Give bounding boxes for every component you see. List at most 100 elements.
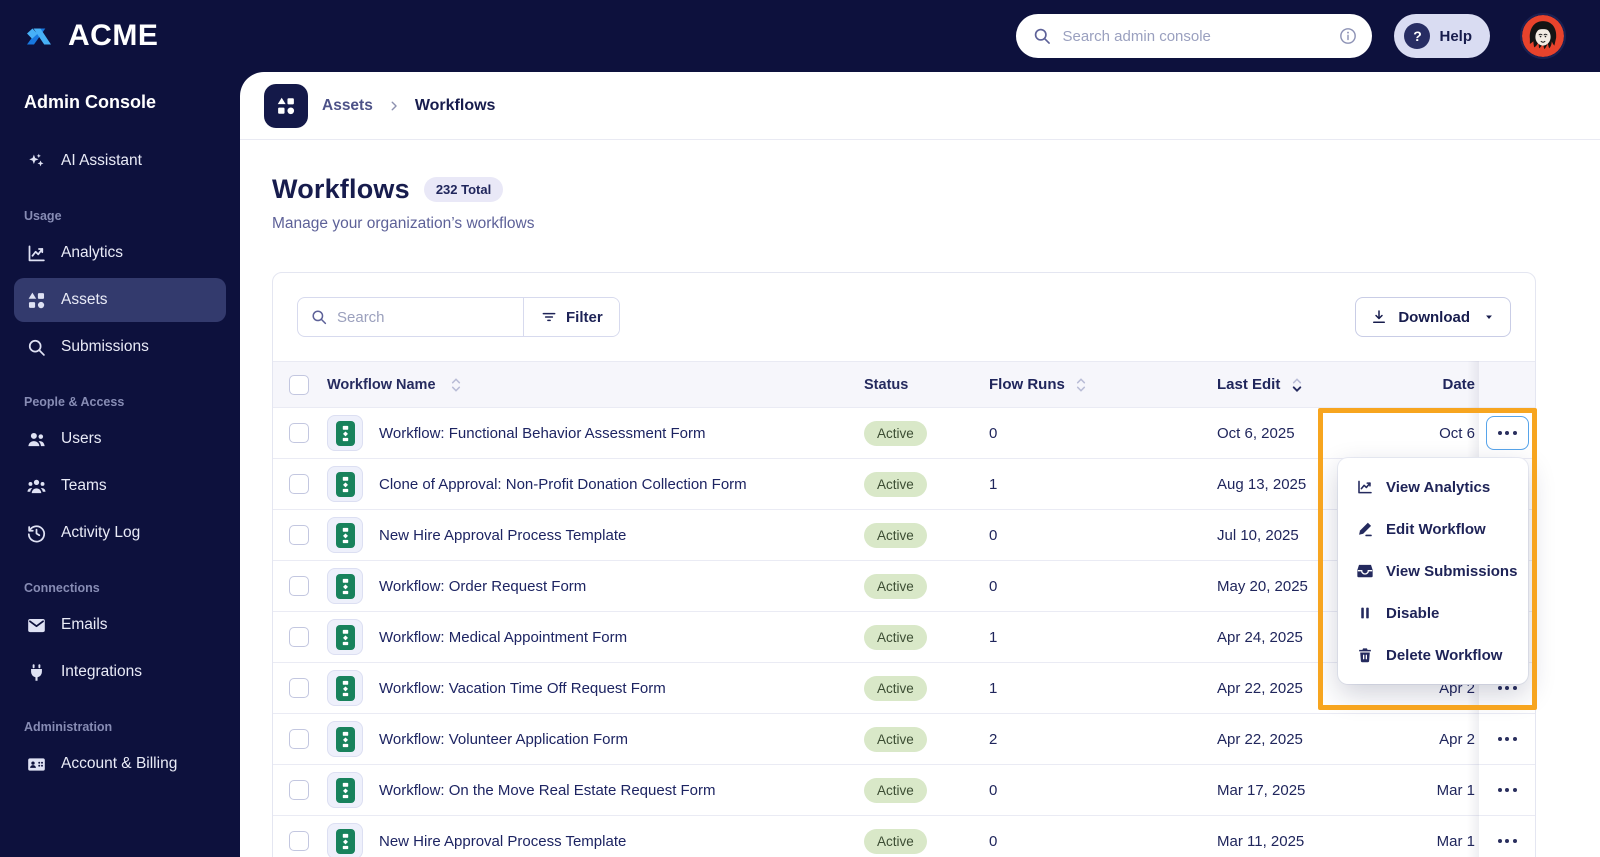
row-checkbox[interactable] (289, 627, 309, 647)
status-badge: Active (864, 777, 927, 803)
sidebar-item-account-billing[interactable]: Account & Billing (14, 742, 226, 786)
workflow-name-link[interactable]: Workflow: On the Move Real Estate Reques… (379, 782, 864, 799)
workflow-name-link[interactable]: Workflow: Functional Behavior Assessment… (379, 425, 864, 442)
sort-desc-icon (1292, 378, 1302, 392)
column-last-edit[interactable]: Last Edit (1217, 376, 1389, 393)
workflow-file-icon (327, 619, 363, 655)
brand-name: ACME (68, 19, 159, 52)
sidebar-item-label: Analytics (61, 244, 124, 261)
workflow-file-icon (327, 415, 363, 451)
menu-item-label: Delete Workflow (1386, 646, 1503, 664)
sidebar-item-activity-log[interactable]: Activity Log (14, 511, 226, 555)
admin-search-input[interactable] (1062, 27, 1329, 45)
row-checkbox[interactable] (289, 831, 309, 851)
sidebar-item-ai-assistant[interactable]: AI Assistant (14, 139, 226, 183)
submissions-icon (26, 337, 47, 358)
menu-item-edit-workflow[interactable]: Edit Workflow (1338, 508, 1528, 550)
column-flow-runs[interactable]: Flow Runs (989, 376, 1217, 393)
flow-runs-value: 0 (989, 424, 998, 442)
status-badge: Active (864, 522, 927, 548)
row-checkbox[interactable] (289, 729, 309, 749)
info-icon[interactable] (1338, 26, 1358, 46)
column-date[interactable]: Date (1389, 376, 1479, 393)
date-value: Oct 6 (1439, 424, 1475, 442)
column-status: Status (864, 376, 909, 393)
filter-button[interactable]: Filter (523, 298, 619, 336)
workflow-file-icon (327, 772, 363, 808)
integrations-icon (26, 662, 47, 683)
status-badge: Active (864, 573, 927, 599)
workflow-name-link[interactable]: Workflow: Medical Appointment Form (379, 629, 864, 646)
row-checkbox[interactable] (289, 678, 309, 698)
sidebar-item-label: Account & Billing (61, 755, 178, 772)
workflow-name-link[interactable]: Workflow: Order Request Form (379, 578, 864, 595)
breadcrumb-assets-link[interactable]: Assets (322, 97, 373, 115)
sidebar-item-users[interactable]: Users (14, 417, 226, 461)
sidebar-item-submissions[interactable]: Submissions (14, 325, 226, 369)
sidebar-item-label: AI Assistant (61, 152, 142, 169)
menu-item-view-submissions[interactable]: View Submissions (1338, 550, 1528, 592)
status-badge: Active (864, 624, 927, 650)
row-checkbox[interactable] (289, 474, 309, 494)
table-search-input[interactable] (337, 308, 487, 326)
breadcrumb-current: Workflows (414, 96, 496, 114)
menu-item-disable[interactable]: Disable (1338, 592, 1528, 634)
delete-workflow-icon (1356, 646, 1374, 664)
table-header-row: Workflow Name Status Flow Runs Last Edit (273, 361, 1535, 407)
row-checkbox[interactable] (289, 576, 309, 596)
sidebar-item-emails[interactable]: Emails (14, 603, 226, 647)
teams-icon (26, 476, 47, 497)
workflow-name-link[interactable]: Clone of Approval: Non-Profit Donation C… (379, 476, 864, 493)
download-label: Download (1398, 308, 1470, 326)
sidebar-item-teams[interactable]: Teams (14, 464, 226, 508)
download-button[interactable]: Download (1355, 297, 1511, 337)
assets-icon (26, 290, 47, 311)
row-checkbox[interactable] (289, 423, 309, 443)
help-button[interactable]: ? Help (1394, 14, 1490, 58)
caret-down-icon (1482, 310, 1496, 324)
user-avatar[interactable] (1520, 13, 1566, 59)
brand-logo: ACME (24, 19, 158, 53)
activity-log-icon (26, 523, 47, 544)
table-row: New Hire Approval Process Template Active… (273, 815, 1535, 857)
sidebar-item-assets[interactable]: Assets (14, 278, 226, 322)
select-all-checkbox[interactable] (289, 374, 309, 395)
menu-item-delete-workflow[interactable]: Delete Workflow (1338, 634, 1528, 676)
sidebar-title: Admin Console (24, 92, 157, 112)
help-label: Help (1439, 27, 1472, 45)
edit-workflow-icon (1356, 520, 1374, 538)
sidebar-section-label: Administration (24, 720, 113, 734)
row-checkbox[interactable] (289, 525, 309, 545)
workflow-file-icon (327, 568, 363, 604)
sidebar-item-analytics[interactable]: Analytics (14, 231, 226, 275)
column-workflow-name[interactable]: Workflow Name (327, 377, 864, 393)
workflow-name-link[interactable]: New Hire Approval Process Template (379, 527, 864, 544)
table-row: Workflow: Volunteer Application Form Acti… (273, 713, 1535, 764)
row-actions-button[interactable] (1488, 829, 1527, 853)
search-icon (310, 308, 328, 326)
row-context-menu: View Analytics Edit Workflow View Submissi… (1338, 458, 1528, 684)
filter-label: Filter (566, 308, 603, 326)
analytics-icon (26, 243, 47, 264)
workflow-name-link[interactable]: Workflow: Volunteer Application Form (379, 731, 864, 748)
sidebar-item-label: Assets (61, 291, 108, 308)
row-actions-button[interactable] (1485, 416, 1529, 450)
sidebar-item-label: Users (61, 430, 102, 447)
sidebar-item-label: Emails (61, 616, 108, 633)
emails-icon (26, 615, 47, 636)
status-badge: Active (864, 828, 927, 854)
row-actions-button[interactable] (1488, 778, 1527, 802)
row-actions-button[interactable] (1488, 727, 1527, 751)
last-edit-value: Apr 22, 2025 (1217, 730, 1303, 748)
row-checkbox[interactable] (289, 780, 309, 800)
assets-app-icon (264, 83, 308, 128)
sidebar-section-label: People & Access (24, 395, 125, 409)
menu-item-view-analytics[interactable]: View Analytics (1338, 466, 1528, 508)
page-title: Workflows (272, 174, 410, 204)
menu-item-label: View Analytics (1386, 478, 1491, 496)
sidebar-item-label: Submissions (61, 338, 149, 355)
workflow-name-link[interactable]: New Hire Approval Process Template (379, 833, 864, 850)
menu-item-label: View Submissions (1386, 562, 1518, 580)
workflow-name-link[interactable]: Workflow: Vacation Time Off Request Form (379, 680, 864, 697)
sidebar-item-integrations[interactable]: Integrations (14, 650, 226, 694)
